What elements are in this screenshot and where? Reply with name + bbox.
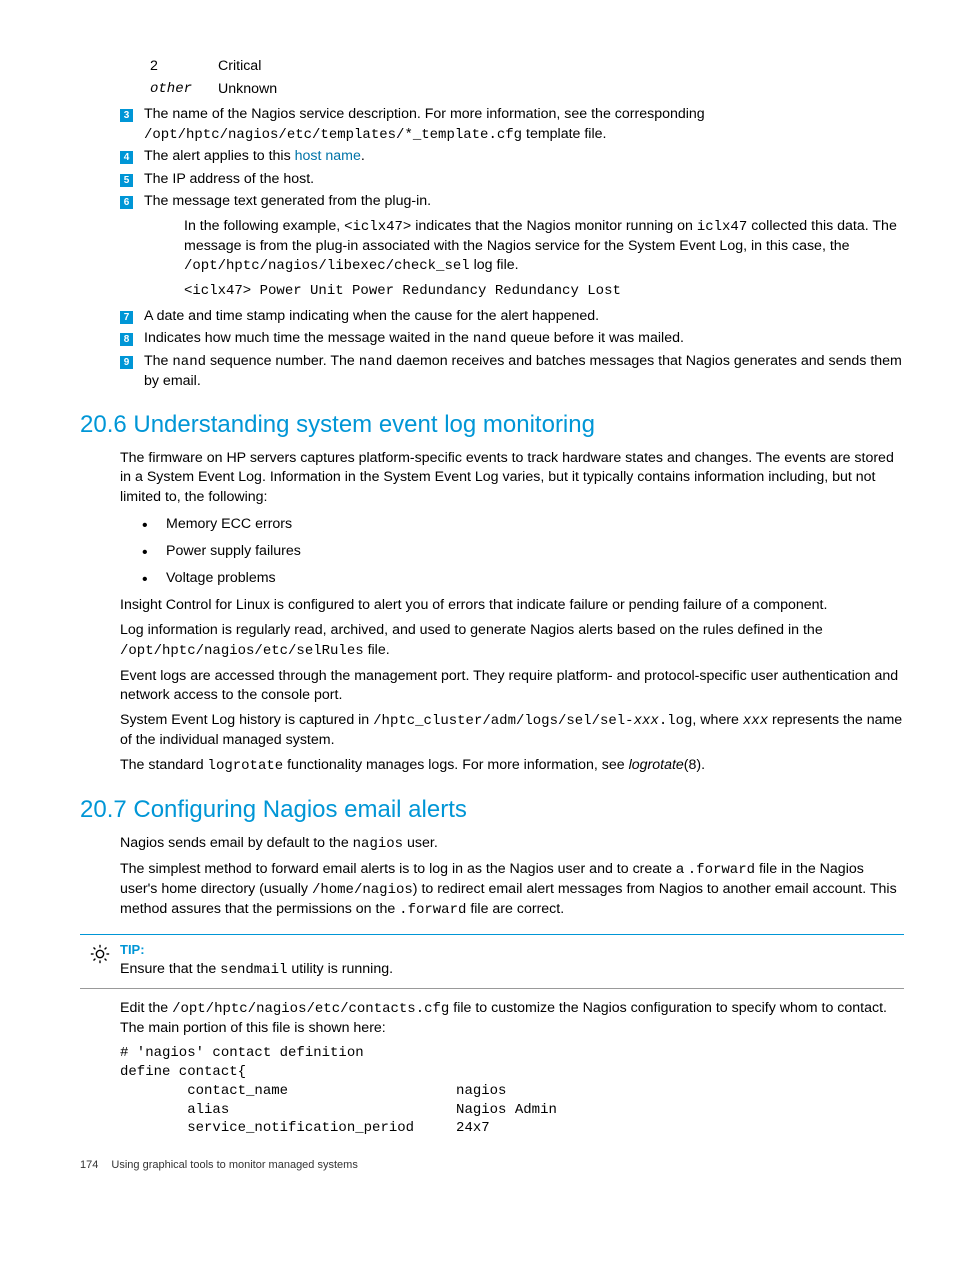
item-text: A date and time stamp indicating when th… [144,307,904,326]
table-row: other Unknown [150,78,277,101]
paragraph: The firmware on HP servers captures plat… [120,449,904,507]
divider [80,988,904,989]
tip-body: TIP: Ensure that the sendmail utility is… [120,941,904,980]
list-item: 4 The alert applies to this host name. [120,147,904,166]
table-row: 2 Critical [150,55,277,78]
item-number: 6 [120,192,144,211]
tip-block: TIP: Ensure that the sendmail utility is… [80,941,904,980]
paragraph: Nagios sends email by default to the nag… [120,834,904,854]
list-item: Voltage problems [136,569,904,588]
item-number: 8 [120,329,144,349]
list-item: Memory ECC errors [136,515,904,534]
paragraph: Event logs are accessed through the mana… [120,667,904,705]
item-text: The IP address of the host. [144,170,904,189]
cell: other [150,78,218,101]
page-footer: 174 Using graphical tools to monitor man… [80,1158,904,1173]
item-number: 3 [120,105,144,144]
cell: Unknown [218,78,277,101]
item-text: The nand sequence number. The nand daemo… [144,352,904,391]
list-item: Power supply failures [136,542,904,561]
item-number: 5 [120,170,144,189]
item-number: 9 [120,352,144,391]
bullet-list: Memory ECC errors Power supply failures … [136,515,904,589]
item-text: Indicates how much time the message wait… [144,329,904,349]
cell: Critical [218,55,277,78]
item-text: The alert applies to this host name. [144,147,904,166]
footer-title: Using graphical tools to monitor managed… [111,1159,357,1171]
paragraph: Edit the /opt/hptc/nagios/etc/contacts.c… [120,999,904,1038]
item-text: The name of the Nagios service descripti… [144,105,904,144]
paragraph: The standard logrotate functionality man… [120,756,904,776]
code-block: # 'nagios' contact definition define con… [120,1044,904,1138]
severity-table: 2 Critical other Unknown [150,55,904,101]
tip-icon [80,941,120,980]
host-name-link[interactable]: host name [295,148,361,164]
tip-label: TIP: [120,942,145,957]
example-code: <iclx47> Power Unit Power Redundancy Red… [184,282,904,301]
paragraph: Log information is regularly read, archi… [120,621,904,660]
list-item: 3 The name of the Nagios service descrip… [120,105,904,144]
section-heading-206: 20.6 Understanding system event log moni… [80,409,904,441]
item-text: The message text generated from the plug… [144,192,904,211]
list-item: 9 The nand sequence number. The nand dae… [120,352,904,391]
document-page: 2 Critical other Unknown 3 The name of t… [0,0,954,1203]
numbered-list: 3 The name of the Nagios service descrip… [120,105,904,391]
paragraph: Insight Control for Linux is configured … [120,596,904,615]
list-item: 5 The IP address of the host. [120,170,904,189]
cell: 2 [150,55,218,78]
list-item: 7 A date and time stamp indicating when … [120,307,904,326]
item-number: 7 [120,307,144,326]
paragraph: System Event Log history is captured in … [120,711,904,750]
paragraph: The simplest method to forward email ale… [120,860,904,920]
list-item: 6 The message text generated from the pl… [120,192,904,211]
section-heading-207: 20.7 Configuring Nagios email alerts [80,794,904,826]
page-number: 174 [80,1158,98,1173]
list-item: 8 Indicates how much time the message wa… [120,329,904,349]
divider [80,934,904,935]
example-paragraph: In the following example, <iclx47> indic… [184,217,904,276]
item-number: 4 [120,147,144,166]
